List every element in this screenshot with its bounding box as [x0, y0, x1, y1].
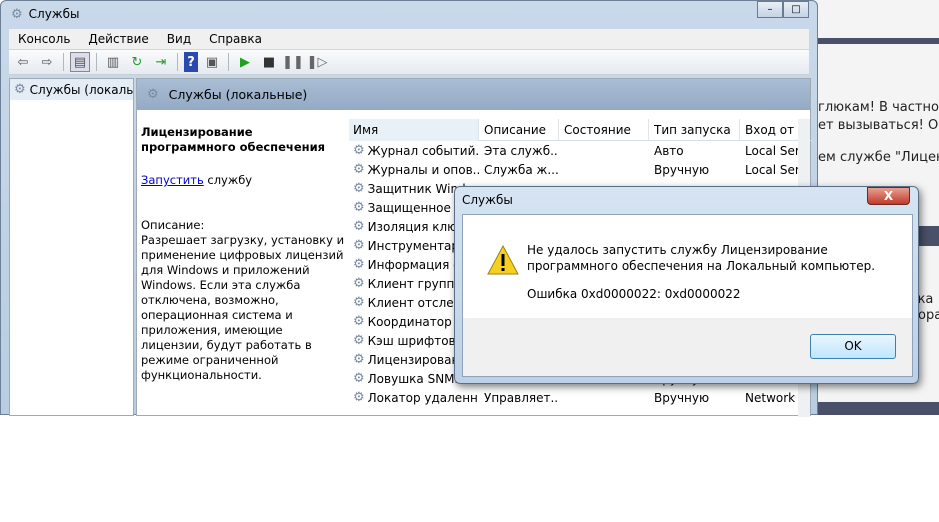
service-description: Эта служб...: [484, 143, 559, 158]
table-row[interactable]: ⚙ Журнал событий... Эта служб... Авто Local …: [349, 141, 812, 160]
show-hide-tree-icon[interactable]: ▤: [70, 52, 90, 72]
service-name: ⚙ Журнал событий...: [349, 143, 479, 158]
resume-icon[interactable]: ❚▷: [307, 52, 328, 72]
table-row[interactable]: ⚙ Журналы и опов... Служба ж... Вручную Loca…: [349, 160, 812, 179]
service-description: Служба ж...: [484, 162, 559, 177]
pane-title: Службы (локальные): [168, 87, 308, 102]
gear-icon: ⚙: [353, 162, 365, 177]
menu-help[interactable]: Справка: [200, 32, 271, 46]
menu-bar: Консоль Действие Вид Справка: [9, 29, 809, 49]
dialog-body: Не удалось запустить службу Лицензирован…: [462, 214, 913, 377]
pause-icon[interactable]: ❚❚: [282, 52, 304, 72]
refresh-icon[interactable]: ↻: [127, 52, 147, 72]
start-service-link[interactable]: Запустить: [141, 173, 204, 187]
error-dialog: Службы X Не удалось запустить службу Лиц…: [454, 186, 919, 384]
service-name: Лицензирование программного обеспечения: [141, 125, 326, 154]
toolbar: ⇦ ⇨ ▤ ▥ ↻ ⇥ ? ▣ ▶ ■ ❚❚ ❚▷: [9, 50, 809, 75]
services-gear-icon: ⚙: [11, 6, 23, 22]
start-icon[interactable]: ▶: [235, 52, 255, 72]
show-action-pane-icon[interactable]: ▣: [202, 52, 222, 72]
menu-action[interactable]: Действие: [79, 32, 157, 46]
column-description[interactable]: Описание: [479, 118, 559, 141]
window-title: Службы: [28, 7, 80, 21]
service-startup-type: Авто: [654, 143, 684, 158]
dialog-title: Службы: [462, 193, 513, 207]
service-name-label: Инструментари: [367, 238, 467, 253]
gear-icon: ⚙: [353, 314, 365, 329]
dialog-close-button[interactable]: X: [867, 187, 910, 205]
dialog-message: Не удалось запустить службу Лицензирован…: [527, 243, 876, 273]
properties-icon[interactable]: ▥: [103, 52, 123, 72]
service-details: Лицензирование программного обеспечения …: [141, 125, 346, 383]
menu-view[interactable]: Вид: [158, 32, 200, 46]
gear-icon: ⚙: [353, 219, 365, 234]
stop-icon[interactable]: ■: [259, 52, 279, 72]
divider: [800, 402, 939, 415]
service-name-label: Локатор удаленн...: [367, 390, 479, 405]
console-tree: ⚙ Службы (локалы: [9, 78, 134, 416]
page-text: глюкам! В частно: [818, 100, 939, 115]
column-status[interactable]: Состояние: [559, 118, 649, 141]
forward-icon[interactable]: ⇨: [37, 52, 57, 72]
service-name-label: Кэш шрифтов: [367, 333, 456, 348]
ok-button[interactable]: OK: [810, 334, 896, 359]
service-log-on-as: Local Serv: [745, 162, 800, 177]
divider: [800, 38, 939, 44]
gear-icon: ⚙: [353, 143, 365, 158]
warning-icon: [487, 245, 519, 275]
gear-icon: ⚙: [353, 390, 365, 405]
gear-icon: ⚙: [14, 82, 26, 97]
column-startup-type[interactable]: Тип запуска: [649, 118, 740, 141]
service-name-label: Журналы и опов...: [367, 162, 479, 177]
tree-item-label: Службы (локалы: [29, 82, 133, 97]
service-name-label: Журнал событий...: [367, 143, 479, 158]
title-bar: ⚙ Службы: [1, 1, 817, 27]
start-suffix: службу: [203, 173, 253, 187]
table-row[interactable]: ⚙ Локатор удаленн... Управляет... Вручную Ne…: [349, 388, 812, 407]
service-name-label: Защищенное х: [367, 200, 462, 215]
help-icon[interactable]: ?: [184, 52, 198, 72]
gear-icon: ⚙: [353, 371, 365, 386]
gear-icon: ⚙: [353, 352, 365, 367]
tree-item-services-local[interactable]: ⚙ Службы (локалы: [10, 79, 133, 100]
service-name: ⚙ Локатор удаленн...: [349, 390, 479, 405]
service-log-on-as: Network: [745, 390, 796, 405]
service-name-label: Информация о: [367, 257, 461, 272]
maximize-button[interactable]: □: [783, 1, 809, 18]
minimize-button[interactable]: –: [757, 1, 783, 18]
menu-console[interactable]: Консоль: [9, 32, 79, 46]
export-icon[interactable]: ⇥: [151, 52, 171, 72]
service-name: ⚙ Журналы и опов...: [349, 162, 479, 177]
description-text: Разрешает загрузку, установку и применен…: [141, 233, 345, 382]
pane-header: ⚙ Службы (локальные): [137, 79, 810, 110]
service-name-label: Защитник Wind: [367, 181, 466, 196]
gear-icon: ⚙: [353, 200, 365, 215]
service-description: Управляет...: [484, 390, 559, 405]
service-name-label: Ловушка SNMP: [367, 371, 462, 386]
service-startup-type: Вручную: [654, 390, 710, 405]
service-name-label: Лицензировани: [367, 352, 468, 367]
column-name[interactable]: Имя: [349, 118, 479, 141]
page-text: ет вызываться! Об: [818, 118, 939, 133]
page-text: ем службе "Лицен: [818, 150, 939, 165]
gear-icon: ⚙: [147, 87, 159, 102]
gear-icon: ⚙: [353, 295, 365, 310]
dialog-error-code: Ошибка 0xd0000022: 0xd0000022: [527, 287, 741, 301]
service-name-label: Изоляция ключ: [367, 219, 465, 234]
service-startup-type: Вручную: [654, 162, 710, 177]
service-log-on-as: Local Serv: [745, 143, 800, 158]
back-icon[interactable]: ⇦: [13, 52, 33, 72]
table-header: Имя Описание Состояние Тип запуска Вход …: [349, 118, 812, 141]
gear-icon: ⚙: [353, 276, 365, 291]
page-text: ора: [918, 308, 939, 323]
description-label: Описание:: [141, 218, 205, 232]
gear-icon: ⚙: [353, 257, 365, 272]
column-log-on-as[interactable]: Вход от и: [740, 118, 800, 141]
gear-icon: ⚙: [353, 238, 365, 253]
gear-icon: ⚙: [353, 333, 365, 348]
service-name-label: Координатор р: [367, 314, 464, 329]
gear-icon: ⚙: [353, 181, 365, 196]
